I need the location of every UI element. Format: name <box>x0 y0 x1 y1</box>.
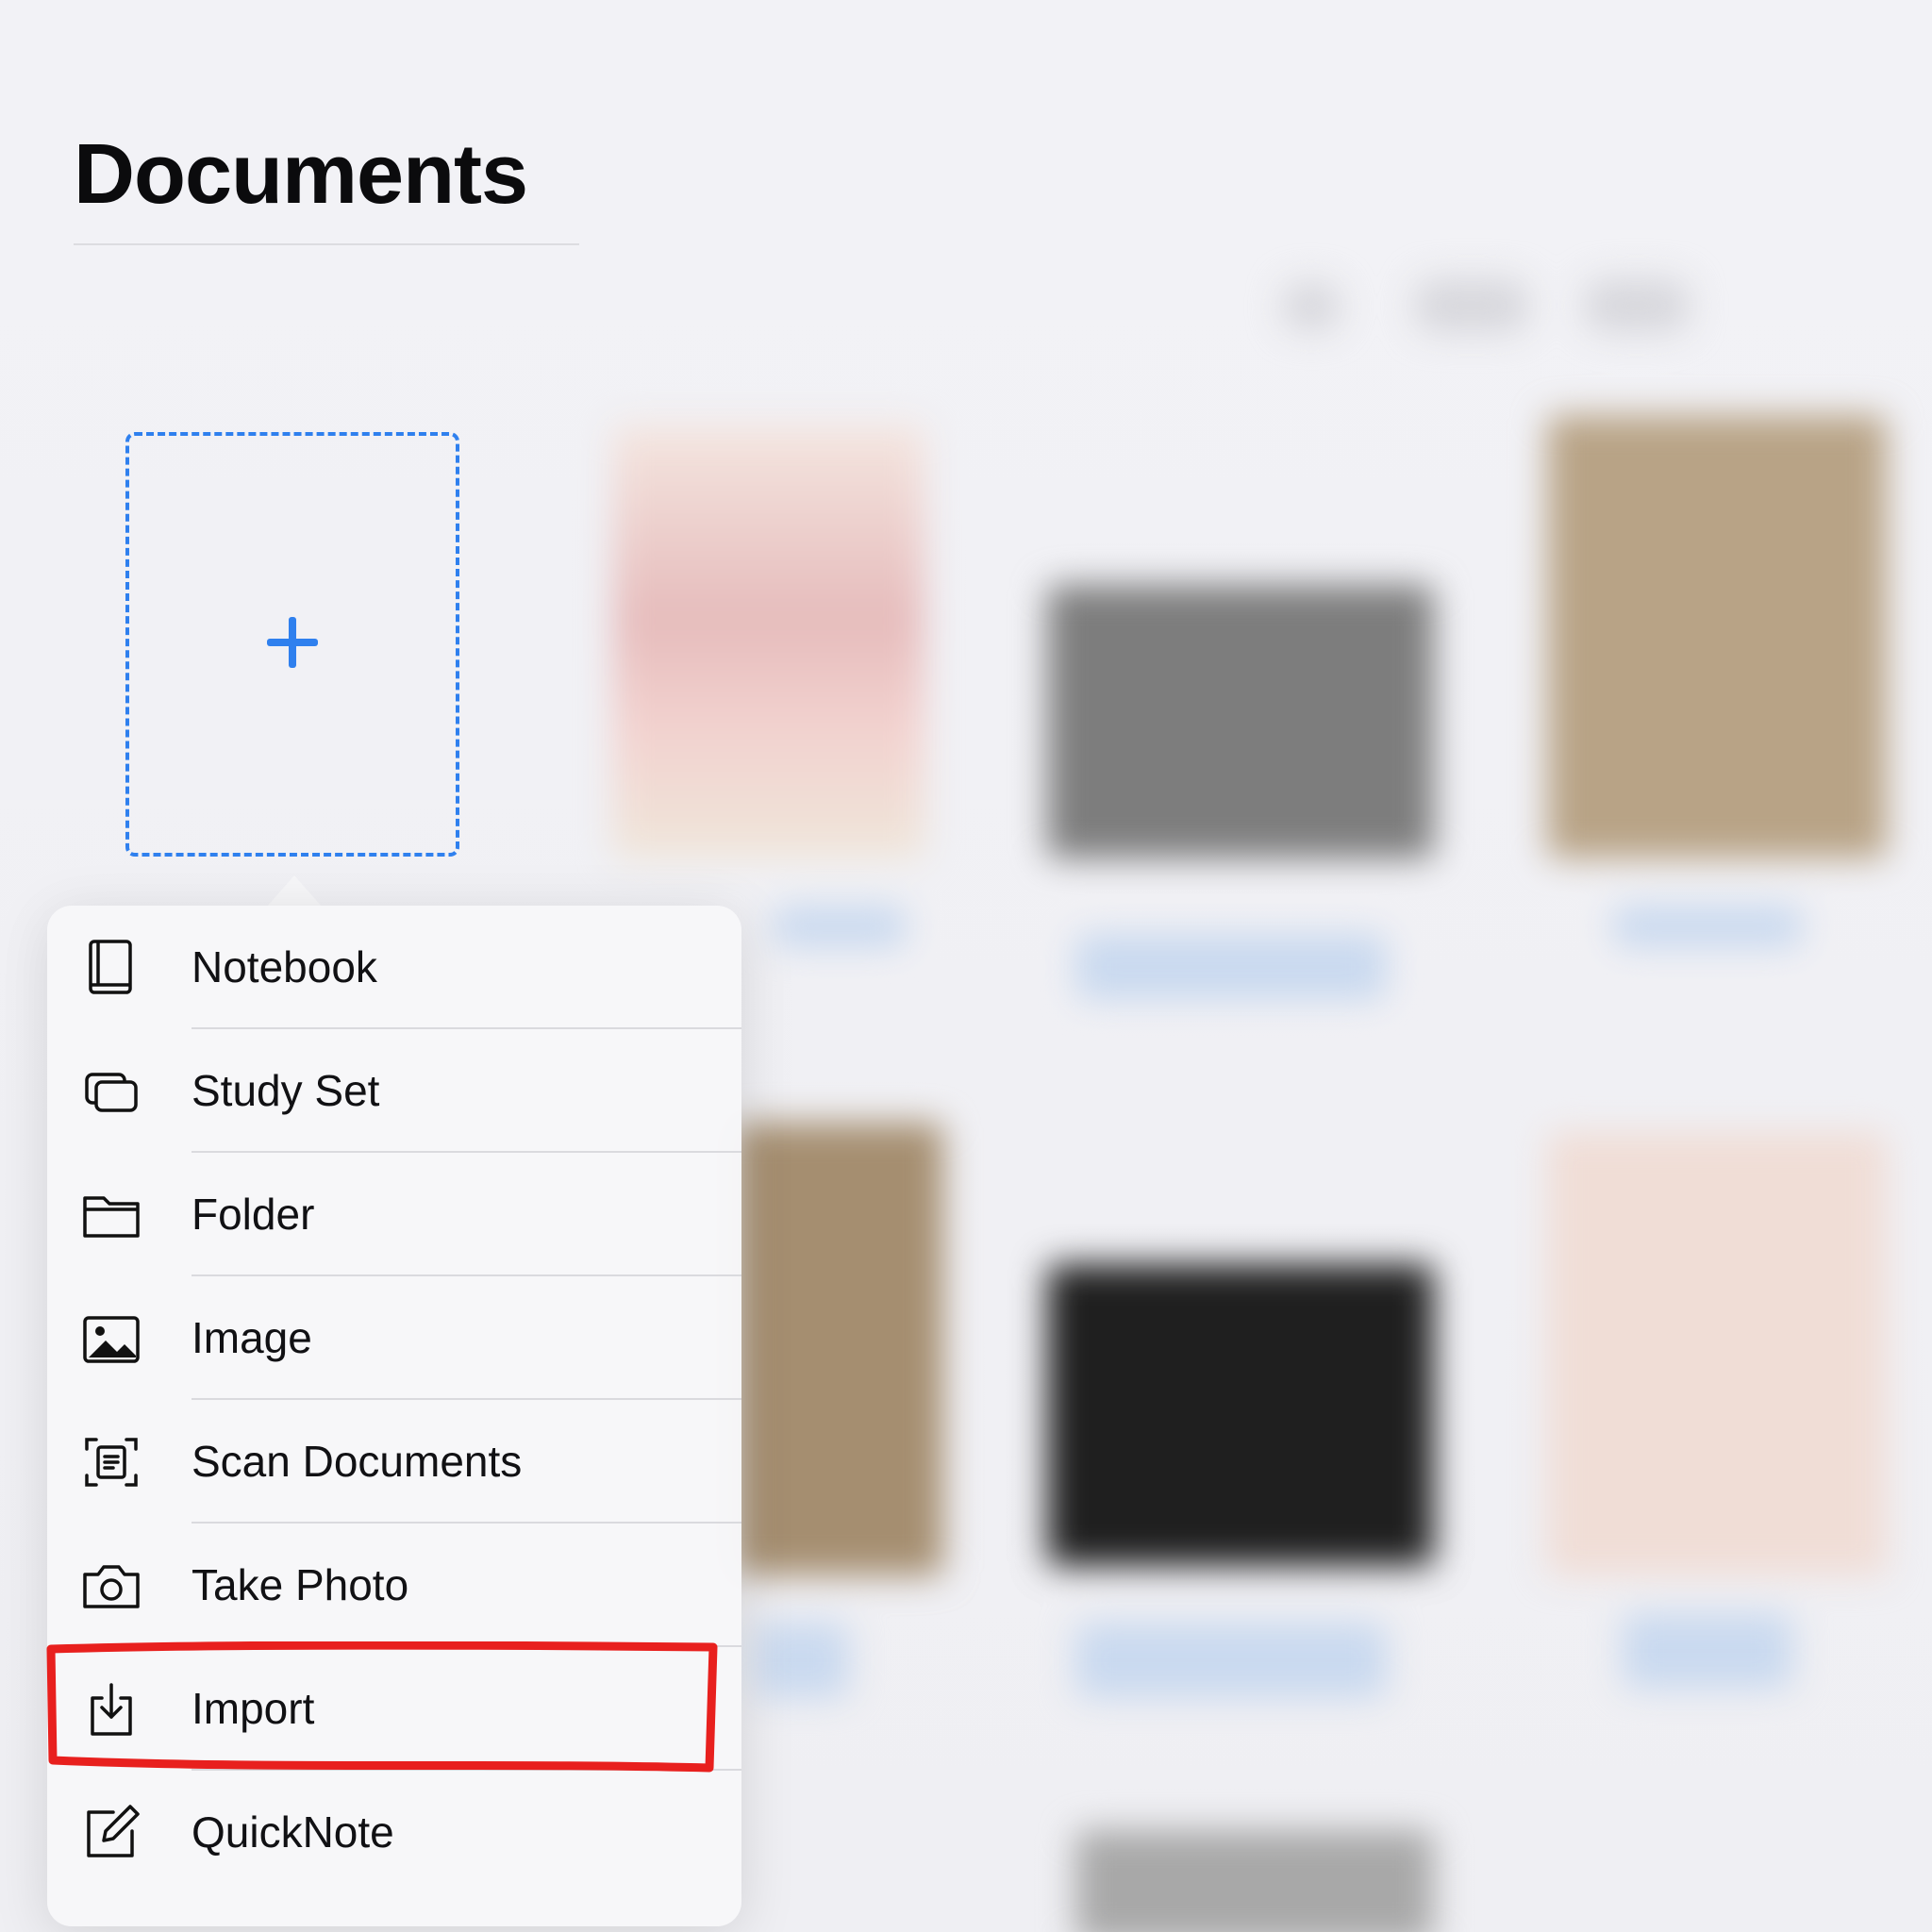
document-title-blur <box>1075 1623 1387 1698</box>
add-new-tile[interactable] <box>125 432 459 857</box>
notebook-icon <box>81 938 142 998</box>
menu-item-label: Scan Documents <box>192 1437 523 1486</box>
document-title-blur <box>774 906 906 947</box>
menu-item-folder[interactable]: Folder <box>47 1153 741 1276</box>
quicknote-icon <box>81 1803 142 1863</box>
page-title: Documents <box>74 127 528 222</box>
menu-item-label: Image <box>192 1313 312 1362</box>
document-title-blur <box>1075 934 1387 1000</box>
documents-screen: Documents Notebook Study Set Folder Imag… <box>0 0 1932 1932</box>
new-item-menu: Notebook Study Set Folder Image Scan Doc… <box>47 906 741 1926</box>
document-thumbnail[interactable] <box>1547 1132 1887 1575</box>
menu-item-label: Study Set <box>192 1066 380 1115</box>
menu-item-import[interactable]: Import <box>47 1647 741 1771</box>
image-icon <box>81 1308 142 1369</box>
popover-arrow <box>266 875 323 908</box>
document-thumbnail[interactable] <box>1075 1830 1434 1932</box>
menu-item-image[interactable]: Image <box>47 1276 741 1400</box>
camera-icon <box>81 1556 142 1616</box>
document-title-blur <box>755 1623 849 1698</box>
document-thumbnail[interactable] <box>1547 415 1887 858</box>
document-title-blur <box>1623 1613 1792 1689</box>
menu-item-label: QuickNote <box>192 1807 394 1857</box>
menu-item-study-set[interactable]: Study Set <box>47 1029 741 1153</box>
plus-icon <box>263 613 322 676</box>
document-thumbnail[interactable] <box>613 425 924 858</box>
menu-item-quicknote[interactable]: QuickNote <box>47 1771 741 1894</box>
folder-icon <box>81 1185 142 1245</box>
import-icon <box>81 1679 142 1740</box>
menu-item-take-photo[interactable]: Take Photo <box>47 1524 741 1647</box>
toolbar-blur <box>1283 283 1340 330</box>
menu-item-label: Folder <box>192 1190 315 1239</box>
menu-item-label: Take Photo <box>192 1560 409 1609</box>
study-set-icon <box>81 1061 142 1122</box>
menu-item-label: Import <box>192 1684 315 1733</box>
toolbar-blur <box>1415 279 1528 332</box>
scan-documents-icon <box>81 1432 142 1492</box>
menu-item-label: Notebook <box>192 942 377 991</box>
toolbar-blur <box>1585 279 1689 332</box>
menu-item-notebook[interactable]: Notebook <box>47 906 741 1029</box>
document-thumbnail[interactable] <box>1047 1264 1434 1566</box>
menu-item-scan-documents[interactable]: Scan Documents <box>47 1400 741 1524</box>
title-divider <box>74 243 579 245</box>
document-title-blur <box>1613 906 1802 947</box>
document-thumbnail[interactable] <box>1047 585 1434 858</box>
document-thumbnail[interactable] <box>736 1123 943 1575</box>
